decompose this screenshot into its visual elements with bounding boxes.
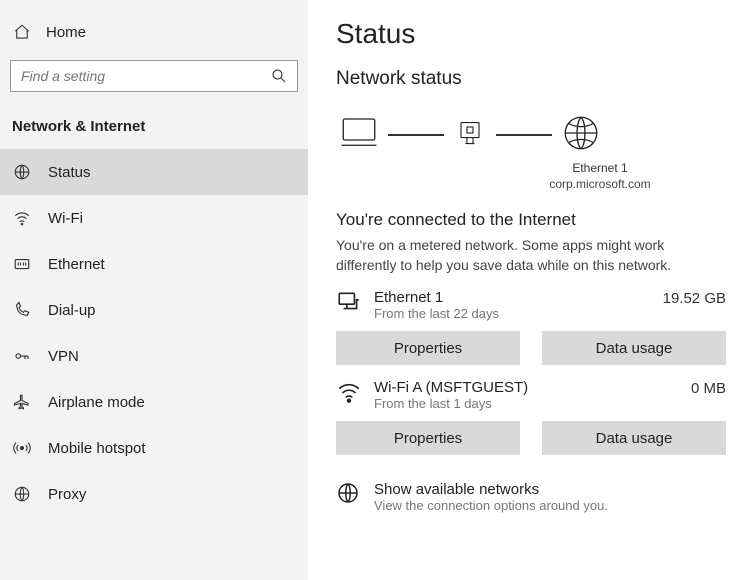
airplane-icon <box>12 392 32 412</box>
diagram-connection-domain: corp.microsoft.com <box>474 177 726 193</box>
sidebar-item-label: Ethernet <box>48 256 105 273</box>
sidebar-nav: Status Wi-Fi Ethernet Dial-up <box>0 149 308 517</box>
sidebar-item-label: VPN <box>48 348 79 365</box>
available-title: Show available networks <box>374 481 608 498</box>
globe-icon <box>336 481 360 508</box>
main-content: Status Network status Ethernet 1 corp.mi… <box>308 0 750 580</box>
wifi-icon <box>12 208 32 228</box>
properties-button[interactable]: Properties <box>336 331 520 365</box>
dialup-icon <box>12 300 32 320</box>
status-description: You're on a metered network. Some apps m… <box>336 236 706 275</box>
sidebar-item-label: Status <box>48 164 91 181</box>
ethernet-icon <box>12 254 32 274</box>
data-usage-button[interactable]: Data usage <box>542 421 726 455</box>
computer-icon <box>338 112 380 157</box>
vpn-icon <box>12 346 32 366</box>
connection-name: Ethernet 1 <box>374 289 651 306</box>
network-diagram <box>336 106 726 161</box>
connection-sub: From the last 22 days <box>374 306 651 321</box>
status-icon <box>12 162 32 182</box>
home-icon <box>12 22 32 42</box>
diagram-line <box>496 134 552 136</box>
search-input[interactable] <box>10 60 298 92</box>
search-icon <box>269 66 289 86</box>
sidebar-item-ethernet[interactable]: Ethernet <box>0 241 308 287</box>
sidebar-item-hotspot[interactable]: Mobile hotspot <box>0 425 308 471</box>
connection-card: Ethernet 1 From the last 22 days 19.52 G… <box>336 289 726 365</box>
show-available-networks[interactable]: Show available networks View the connect… <box>336 481 726 513</box>
sidebar-item-status[interactable]: Status <box>0 149 308 195</box>
connection-usage: 19.52 GB <box>663 289 726 307</box>
sidebar: Home Network & Internet Status <box>0 0 308 580</box>
sidebar-item-label: Proxy <box>48 486 86 503</box>
hotspot-icon <box>12 438 32 458</box>
properties-button[interactable]: Properties <box>336 421 520 455</box>
home-link[interactable]: Home <box>0 18 308 54</box>
diagram-line <box>388 134 444 136</box>
connection-name: Wi-Fi A (MSFTGUEST) <box>374 379 679 396</box>
connection-sub: From the last 1 days <box>374 396 679 411</box>
available-sub: View the connection options around you. <box>374 498 608 513</box>
connection-card: Wi-Fi A (MSFTGUEST) From the last 1 days… <box>336 379 726 455</box>
diagram-labels: Ethernet 1 corp.microsoft.com <box>474 161 726 192</box>
search-field[interactable] <box>19 67 269 85</box>
ethernet-icon <box>336 289 362 318</box>
home-label: Home <box>46 24 86 41</box>
sidebar-item-proxy[interactable]: Proxy <box>0 471 308 517</box>
sidebar-item-vpn[interactable]: VPN <box>0 333 308 379</box>
sidebar-item-airplane[interactable]: Airplane mode <box>0 379 308 425</box>
connection-usage: 0 MB <box>691 379 726 397</box>
data-usage-button[interactable]: Data usage <box>542 331 726 365</box>
sidebar-section-title: Network & Internet <box>0 100 308 149</box>
sidebar-item-dialup[interactable]: Dial-up <box>0 287 308 333</box>
sidebar-item-label: Mobile hotspot <box>48 440 146 457</box>
sidebar-item-label: Airplane mode <box>48 394 145 411</box>
status-headline: You're connected to the Internet <box>336 210 726 230</box>
diagram-connection-name: Ethernet 1 <box>474 161 726 177</box>
page-title: Status <box>336 18 726 50</box>
sidebar-item-label: Wi-Fi <box>48 210 83 227</box>
globe-icon <box>560 112 602 157</box>
sidebar-item-label: Dial-up <box>48 302 96 319</box>
wifi-icon <box>336 379 362 408</box>
router-icon <box>452 115 488 154</box>
section-heading: Network status <box>336 68 726 90</box>
proxy-icon <box>12 484 32 504</box>
sidebar-item-wifi[interactable]: Wi-Fi <box>0 195 308 241</box>
